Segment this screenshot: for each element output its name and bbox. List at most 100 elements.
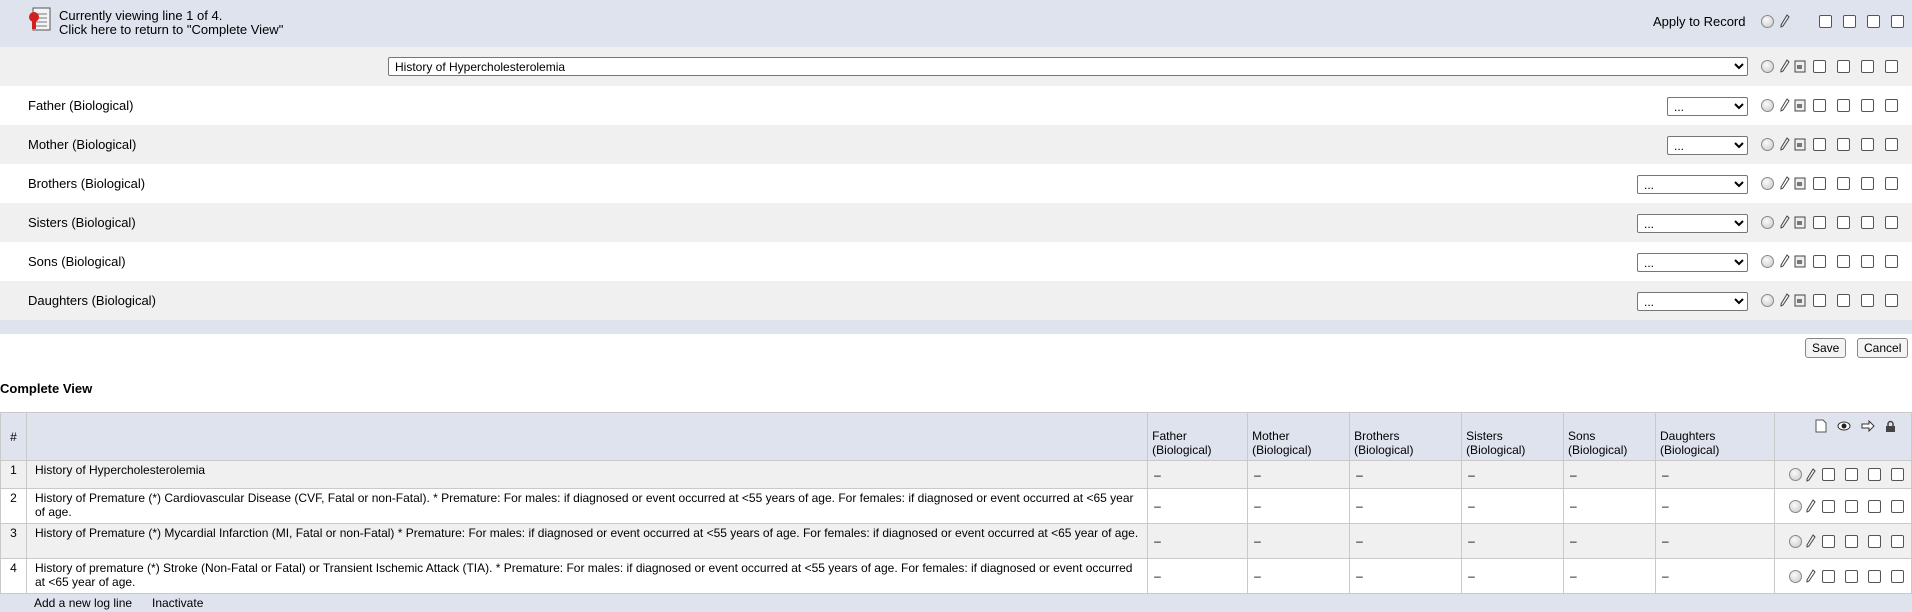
row-checkbox[interactable] (1890, 534, 1904, 548)
note-icon[interactable] (1794, 99, 1806, 112)
row-checkbox[interactable] (1890, 569, 1904, 583)
row-checkbox[interactable] (1861, 254, 1874, 268)
return-to-complete-view-link[interactable]: Click here to return to "Complete View" (59, 22, 283, 37)
row-radio[interactable] (1761, 293, 1774, 307)
apply-checkbox-1[interactable] (1819, 14, 1832, 28)
row-radio[interactable] (1761, 254, 1774, 268)
row-checkbox[interactable] (1821, 534, 1835, 548)
pencil-icon[interactable] (1780, 254, 1790, 268)
row-checkbox[interactable] (1885, 137, 1898, 151)
row-checkbox[interactable] (1844, 499, 1858, 513)
table-row[interactable]: 4 History of premature (*) Stroke (Non-F… (0, 558, 1912, 594)
document-icon[interactable] (1815, 419, 1827, 433)
row-checkbox[interactable] (1861, 59, 1874, 73)
row-checkbox[interactable] (1813, 176, 1826, 190)
row-checkbox[interactable] (1885, 176, 1898, 190)
row-checkbox[interactable] (1837, 215, 1850, 229)
eye-icon[interactable] (1837, 420, 1851, 432)
pencil-icon[interactable] (1806, 534, 1816, 548)
cancel-button[interactable]: Cancel (1857, 338, 1909, 358)
row-checkbox[interactable] (1821, 468, 1835, 481)
row-checkbox[interactable] (1885, 254, 1898, 268)
pencil-icon[interactable] (1780, 98, 1790, 112)
row-checkbox[interactable] (1844, 468, 1858, 481)
row-radio[interactable] (1761, 98, 1774, 112)
pencil-icon[interactable] (1806, 499, 1816, 513)
note-icon[interactable] (1794, 60, 1806, 73)
apply-radio[interactable] (1761, 14, 1774, 28)
relative-select[interactable]: ... (1637, 253, 1748, 272)
row-checkbox[interactable] (1837, 59, 1850, 73)
row-radio[interactable] (1788, 499, 1802, 513)
relative-select[interactable]: ... (1667, 97, 1748, 116)
relative-select[interactable]: ... (1637, 292, 1748, 311)
row-checkbox[interactable] (1867, 569, 1881, 583)
row-radio[interactable] (1761, 215, 1774, 229)
row-radio[interactable] (1761, 137, 1774, 151)
row-checkbox[interactable] (1885, 293, 1898, 307)
row-checkbox[interactable] (1885, 215, 1898, 229)
note-icon[interactable] (1794, 177, 1806, 190)
row-radio[interactable] (1788, 569, 1802, 583)
pencil-icon[interactable] (1780, 14, 1790, 28)
row-checkbox[interactable] (1837, 137, 1850, 151)
pencil-icon[interactable] (1806, 569, 1816, 583)
row-checkbox[interactable] (1813, 98, 1826, 112)
note-icon[interactable] (1794, 294, 1806, 307)
row-checkbox[interactable] (1867, 468, 1881, 481)
row-radio[interactable] (1761, 176, 1774, 190)
note-icon[interactable] (1794, 216, 1806, 229)
row-radio[interactable] (1788, 534, 1802, 548)
lock-icon[interactable] (1885, 420, 1896, 433)
note-icon[interactable] (1794, 255, 1806, 268)
relative-select[interactable]: ... (1637, 214, 1748, 233)
row-checkbox[interactable] (1885, 59, 1898, 73)
row-checkbox[interactable] (1861, 215, 1874, 229)
save-button[interactable]: Save (1805, 338, 1847, 358)
row-checkbox[interactable] (1813, 59, 1826, 73)
row-checkbox[interactable] (1821, 569, 1835, 583)
row-checkbox[interactable] (1867, 534, 1881, 548)
row-checkbox[interactable] (1861, 137, 1874, 151)
row-checkbox[interactable] (1837, 293, 1850, 307)
row-checkbox[interactable] (1861, 98, 1874, 112)
row-checkbox[interactable] (1813, 215, 1826, 229)
row-radio[interactable] (1761, 59, 1774, 73)
pencil-icon[interactable] (1780, 293, 1790, 307)
row-checkbox[interactable] (1837, 98, 1850, 112)
relative-select[interactable]: ... (1667, 136, 1748, 155)
row-checkbox[interactable] (1837, 254, 1850, 268)
row-checkbox[interactable] (1837, 176, 1850, 190)
pencil-icon[interactable] (1806, 467, 1816, 482)
document-icon[interactable] (26, 6, 54, 34)
table-row[interactable]: 2 History of Premature (*) Cardiovascula… (0, 488, 1912, 524)
row-radio[interactable] (1788, 468, 1802, 481)
row-checkbox[interactable] (1885, 98, 1898, 112)
apply-checkbox-4[interactable] (1891, 14, 1904, 28)
relative-select[interactable]: ... (1637, 175, 1748, 194)
apply-checkbox-3[interactable] (1867, 14, 1880, 28)
pencil-icon[interactable] (1780, 176, 1790, 190)
row-checkbox[interactable] (1813, 254, 1826, 268)
pencil-icon[interactable] (1780, 137, 1790, 151)
add-new-log-line-link[interactable]: Add a new log line (34, 596, 132, 610)
pencil-icon[interactable] (1780, 59, 1790, 73)
row-checkbox[interactable] (1813, 137, 1826, 151)
inactivate-link[interactable]: Inactivate (152, 596, 203, 610)
table-row[interactable]: 3 History of Premature (*) Mycardial Inf… (0, 523, 1912, 559)
table-row[interactable]: 1 History of Hypercholesterolemia – – – – – – (0, 460, 1912, 489)
row-checkbox[interactable] (1844, 569, 1858, 583)
row-checkbox[interactable] (1890, 468, 1904, 481)
row-checkbox[interactable] (1867, 499, 1881, 513)
arrow-icon[interactable] (1861, 420, 1875, 432)
apply-checkbox-2[interactable] (1843, 14, 1856, 28)
pencil-icon[interactable] (1780, 215, 1790, 229)
row-checkbox[interactable] (1844, 534, 1858, 548)
topic-select[interactable]: History of Hypercholesterolemia (388, 57, 1748, 76)
row-checkbox[interactable] (1861, 176, 1874, 190)
note-icon[interactable] (1794, 138, 1806, 151)
row-checkbox[interactable] (1821, 499, 1835, 513)
row-checkbox[interactable] (1813, 293, 1826, 307)
row-checkbox[interactable] (1861, 293, 1874, 307)
row-checkbox[interactable] (1890, 499, 1904, 513)
